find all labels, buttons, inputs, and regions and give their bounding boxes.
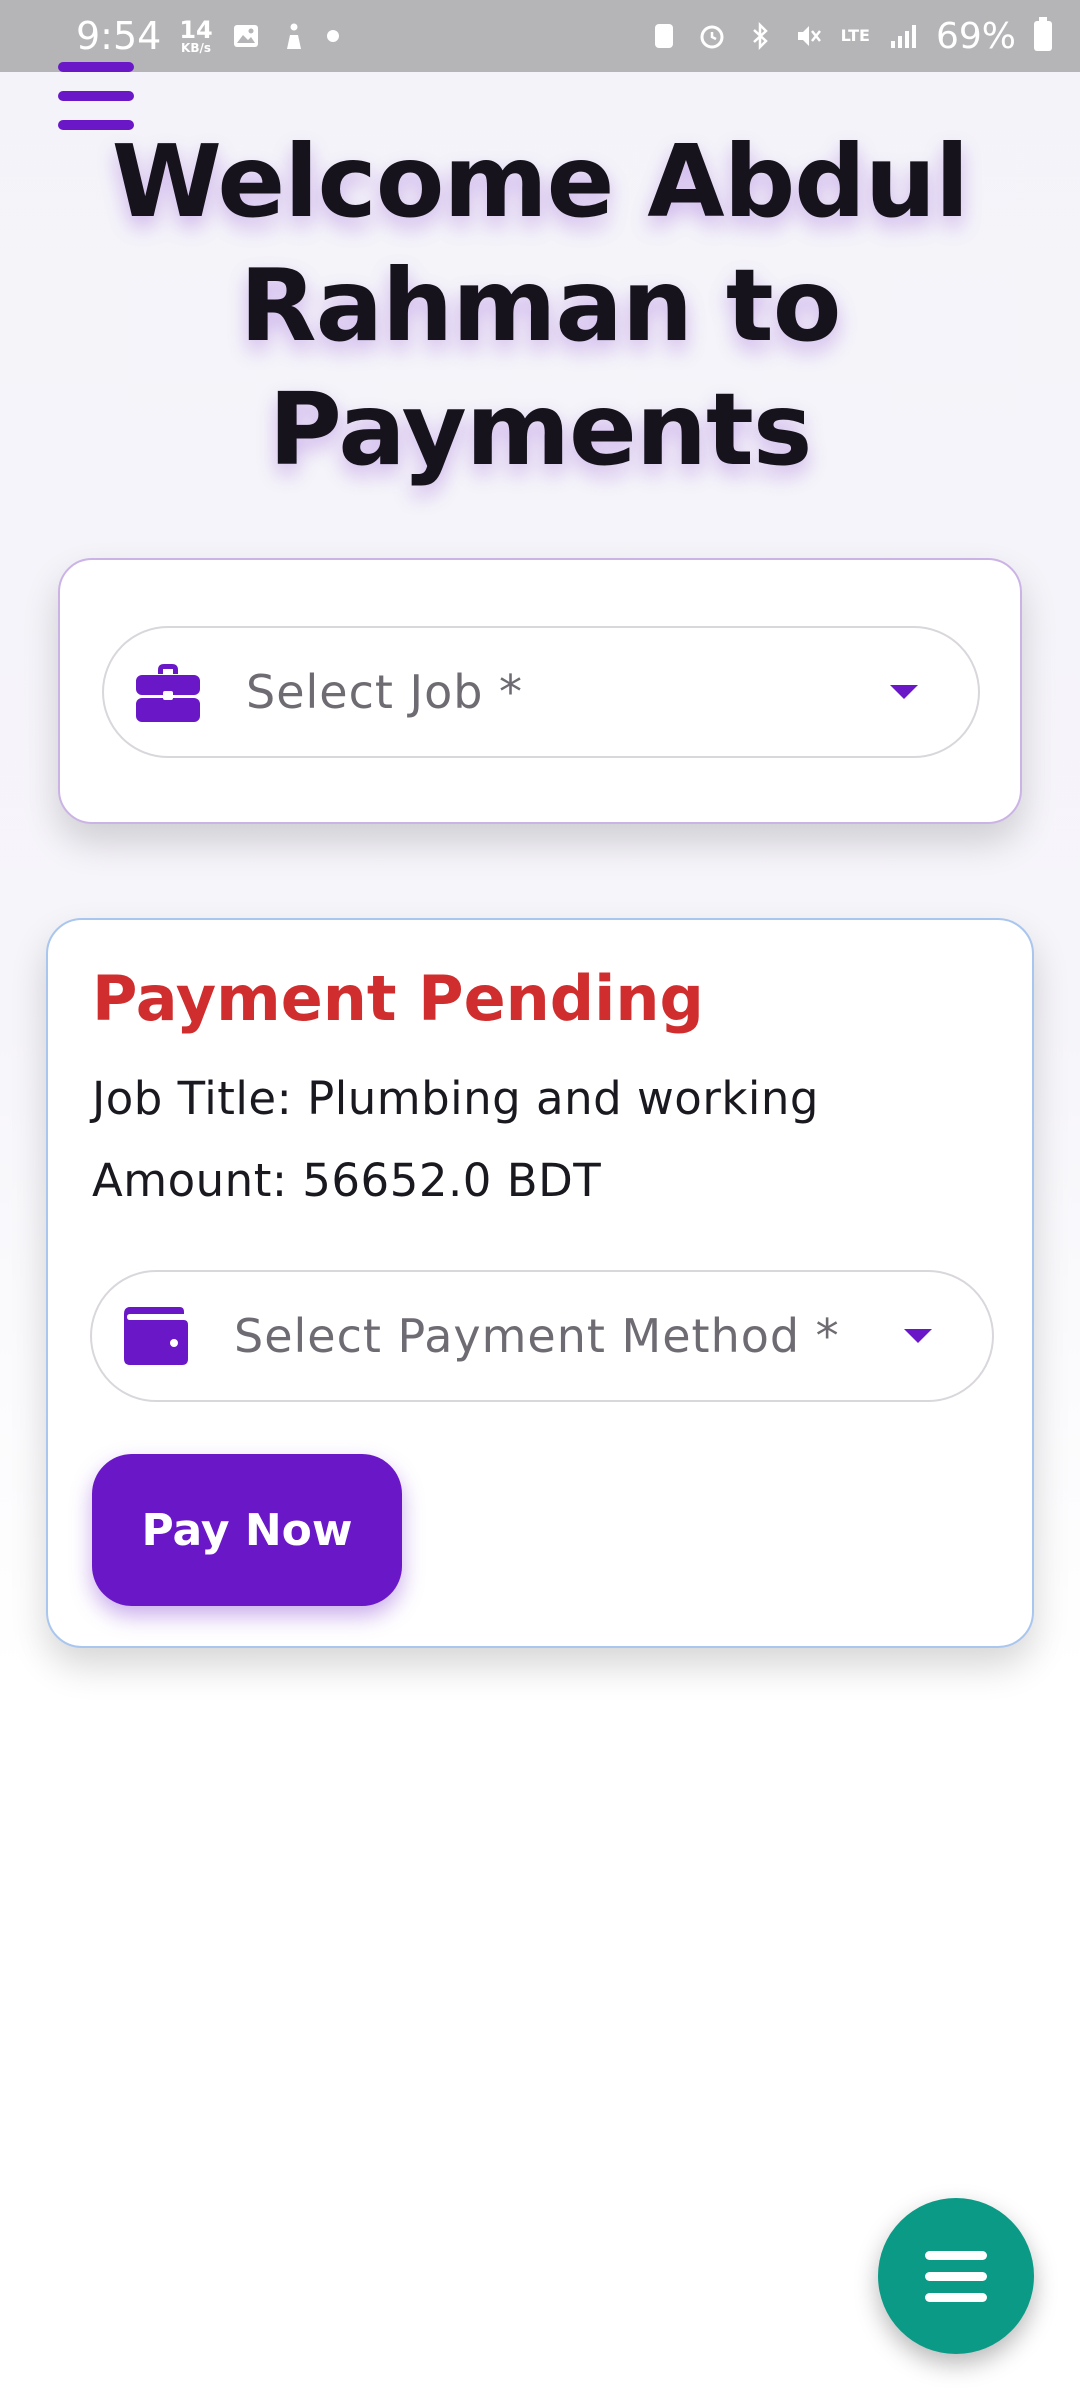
job-select-dropdown[interactable]: Select Job * [102, 626, 980, 758]
network-type: LTE [840, 26, 870, 45]
status-bar: 9:54 14 KB/s LTE 69% [0, 0, 1080, 72]
job-select-label: Select Job * [246, 665, 524, 719]
status-left: 9:54 14 KB/s [76, 14, 339, 58]
data-speed-value: 14 [179, 16, 213, 44]
page-title: Welcome Abdul Rahman to Payments [111, 123, 970, 488]
chevron-down-icon [890, 685, 918, 699]
briefcase-icon [134, 660, 202, 724]
notification-dot-icon [326, 30, 339, 42]
payment-method-dropdown[interactable]: Select Payment Method * [90, 1270, 994, 1402]
battery-percent: 69% [935, 15, 1016, 57]
wallet-icon [122, 1304, 190, 1368]
mute-icon [797, 26, 821, 46]
payment-card: Payment Pending Job Title: Plumbing and … [46, 918, 1034, 1648]
signal-icon [890, 25, 916, 48]
payment-method-label: Select Payment Method * [234, 1309, 840, 1363]
alarm-icon [700, 25, 724, 49]
fab-menu-button[interactable] [878, 2198, 1034, 2354]
fab-menu-line [925, 2250, 987, 2260]
status-right: LTE 69% [649, 16, 1052, 57]
bluetooth-icon [752, 21, 768, 51]
battery-icon [1034, 17, 1052, 51]
job-select-card: Select Job * [58, 558, 1022, 824]
menu-line [58, 91, 134, 101]
pay-now-button[interactable]: Pay Now [92, 1454, 402, 1606]
amount-text: Amount: 56652.0 BDT [92, 1154, 602, 1207]
accessibility-icon [286, 23, 301, 49]
fab-menu-line [925, 2271, 987, 2281]
chevron-down-icon [904, 1329, 932, 1343]
data-speed: 14 KB/s [179, 18, 212, 54]
gallery-icon [233, 25, 258, 47]
fab-menu-line [925, 2292, 987, 2302]
job-title-text: Job Title: Plumbing and working [92, 1072, 819, 1125]
menu-line [58, 62, 134, 72]
status-time: 9:54 [76, 14, 162, 58]
payment-status: Payment Pending [92, 962, 704, 1035]
data-speed-unit: KB/s [181, 41, 212, 55]
recycle-icon [654, 24, 673, 48]
